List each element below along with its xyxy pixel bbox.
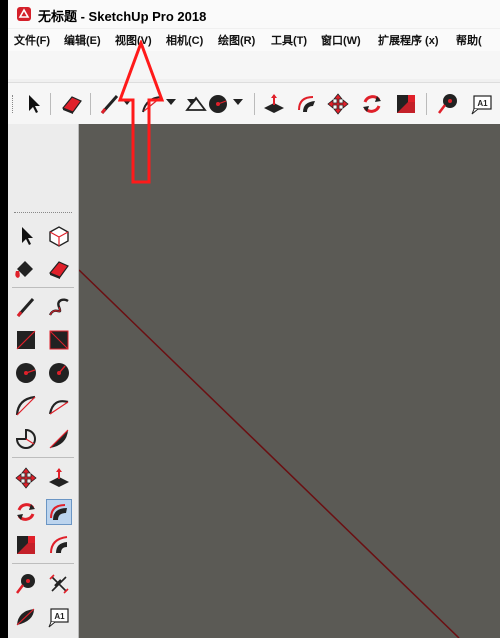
circle-dropdown-arrow[interactable]	[233, 99, 243, 105]
menu-bar: 文件(F) 编辑(E) 视图(V) 相机(C) 绘图(R) 工具(T) 窗口(W…	[8, 29, 500, 51]
polygon-icon[interactable]	[47, 361, 71, 385]
menu-window[interactable]: 窗口(W)	[321, 32, 361, 48]
menu-edit[interactable]: 编辑(E)	[64, 32, 101, 48]
push-pull-icon[interactable]	[47, 466, 71, 490]
palette-grip[interactable]	[14, 212, 72, 216]
canvas-geometry	[79, 269, 460, 638]
move-icon[interactable]	[326, 92, 350, 116]
menu-help[interactable]: 帮助(	[456, 32, 482, 48]
arc-dropdown-arrow[interactable]	[166, 99, 176, 105]
scale-icon[interactable]	[394, 92, 418, 116]
title-bar: 无标题 - SketchUp Pro 2018	[8, 0, 500, 28]
sketchup-logo-icon	[17, 7, 31, 21]
arc-icon[interactable]	[14, 394, 38, 418]
paint-bucket-icon[interactable]	[13, 257, 37, 281]
tape-measure-icon[interactable]	[14, 572, 38, 596]
follow-me-icon[interactable]	[46, 499, 72, 525]
line-icon[interactable]	[14, 295, 38, 319]
three-point-arc-icon[interactable]	[47, 427, 71, 451]
annotation-arrow-icon	[117, 40, 165, 184]
select-icon[interactable]	[15, 224, 39, 248]
pie-icon[interactable]	[14, 427, 38, 451]
menu-extensions[interactable]: 扩展程序 (x)	[378, 32, 439, 48]
freehand-icon[interactable]	[47, 295, 71, 319]
left-tool-palette: A1	[8, 124, 79, 638]
rotated-rectangle-icon[interactable]	[47, 328, 71, 352]
menu-draw[interactable]: 绘图(R)	[218, 32, 255, 48]
menu-camera[interactable]: 相机(C)	[166, 32, 203, 48]
menu-tools[interactable]: 工具(T)	[271, 32, 307, 48]
move-icon[interactable]	[14, 466, 38, 490]
rotate-icon[interactable]	[14, 500, 38, 524]
follow-me-icon[interactable]	[295, 92, 319, 116]
toolbar-grip[interactable]	[12, 95, 15, 113]
text-icon[interactable]: A1	[470, 92, 494, 116]
tape-measure-icon[interactable]	[436, 92, 460, 116]
menu-file[interactable]: 文件(F)	[14, 32, 50, 48]
offset-icon[interactable]	[47, 533, 71, 557]
shapes-dropdown-arrow[interactable]	[187, 99, 197, 105]
text-icon[interactable]: A1	[47, 605, 71, 629]
toolbar-area-empty	[8, 51, 500, 79]
toolbar-separator	[254, 93, 255, 115]
select-icon[interactable]	[22, 92, 46, 116]
toolbar-separator	[426, 93, 427, 115]
two-point-arc-icon[interactable]	[47, 394, 71, 418]
dimension-icon[interactable]	[47, 572, 71, 596]
text-tool-label: A1	[54, 612, 65, 621]
rectangle-icon[interactable]	[14, 328, 38, 352]
window-title: 无标题 - SketchUp Pro 2018	[38, 9, 207, 24]
toolbar-separator	[50, 93, 51, 115]
push-pull-icon[interactable]	[262, 92, 286, 116]
eraser-icon[interactable]	[60, 92, 84, 116]
sketchup-window: 无标题 - SketchUp Pro 2018 文件(F) 编辑(E) 视图(V…	[8, 0, 500, 638]
palette-separator	[12, 287, 74, 288]
palette-separator	[12, 457, 74, 458]
toolbar-separator	[90, 93, 91, 115]
protractor-icon[interactable]	[14, 605, 38, 629]
red-axis-line	[79, 269, 460, 638]
palette-separator	[12, 563, 74, 564]
component-icon[interactable]	[47, 224, 71, 248]
eraser-icon[interactable]	[47, 257, 71, 281]
rotate-icon[interactable]	[360, 92, 384, 116]
drawing-canvas[interactable]	[79, 124, 500, 638]
text-tool-label: A1	[477, 99, 488, 108]
circle-icon[interactable]	[206, 92, 230, 116]
main-toolbar: A1	[8, 82, 500, 126]
circle-icon[interactable]	[14, 361, 38, 385]
scale-icon[interactable]	[14, 533, 38, 557]
